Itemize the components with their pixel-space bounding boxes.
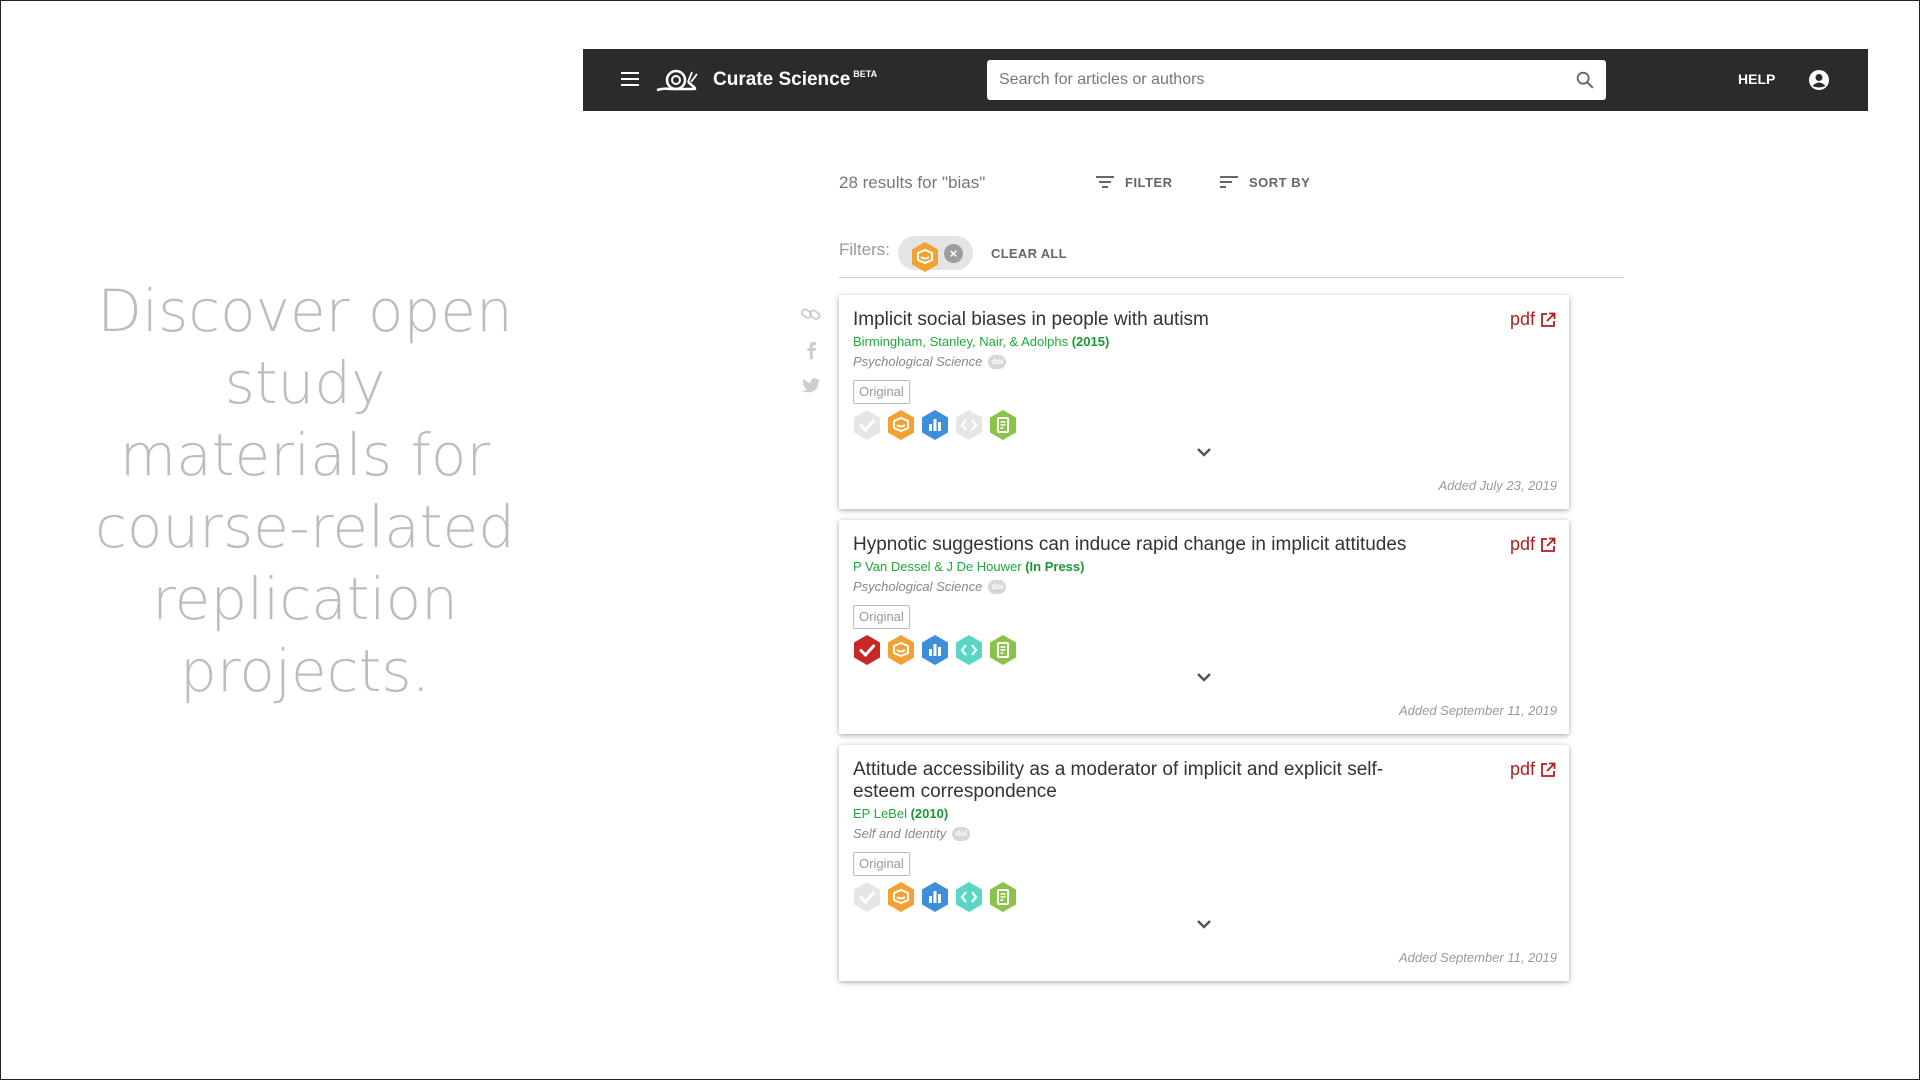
date-added: Added July 23, 2019 (1438, 478, 1557, 493)
transparency-badges (852, 634, 1018, 666)
article-journal: Psychological Science doi (853, 354, 1007, 369)
article-journal: Self and Identity doi (853, 826, 971, 841)
study-type-tag: Original (853, 605, 910, 629)
data-badge-icon[interactable] (920, 634, 950, 666)
filters-row: Filters: × CLEAR ALL (839, 236, 1624, 278)
filter-icon (1096, 176, 1114, 188)
share-column (800, 303, 824, 411)
preregistration-badge-icon[interactable] (852, 881, 882, 913)
sort-label: SORT BY (1249, 174, 1311, 190)
article-card: Attitude accessibility as a moderator of… (839, 745, 1569, 981)
pdf-link[interactable]: pdf (1510, 309, 1556, 330)
beta-badge: BETA (853, 69, 878, 79)
reporting-badge-icon[interactable] (988, 409, 1018, 441)
article-authors[interactable]: Birmingham, Stanley, Nair, & Adolphs (20… (853, 334, 1109, 349)
help-button[interactable]: HELP (1738, 71, 1775, 87)
article-card: Hypnotic suggestions can induce rapid ch… (839, 520, 1569, 734)
facebook-icon[interactable] (800, 339, 822, 361)
article-title[interactable]: Hypnotic suggestions can induce rapid ch… (853, 534, 1443, 556)
doi-icon[interactable]: doi (952, 826, 971, 841)
date-added: Added September 11, 2019 (1398, 950, 1557, 965)
code-badge-icon[interactable] (954, 634, 984, 666)
expand-chevron-icon[interactable] (1192, 912, 1216, 936)
pdf-link[interactable]: pdf (1510, 759, 1556, 780)
reporting-badge-icon[interactable] (988, 881, 1018, 913)
menu-icon[interactable] (621, 72, 639, 86)
code-badge-icon[interactable] (954, 409, 984, 441)
reporting-badge-icon[interactable] (988, 634, 1018, 666)
filter-label: FILTER (1125, 174, 1173, 190)
materials-icon (910, 241, 940, 273)
clear-all-button[interactable]: CLEAR ALL (991, 246, 1067, 261)
article-title[interactable]: Implicit social biases in people with au… (853, 309, 1443, 331)
app-bar: Curate ScienceBETA HELP (583, 49, 1868, 111)
materials-badge-icon[interactable] (886, 409, 916, 441)
filter-button[interactable]: FILTER (1095, 174, 1173, 190)
account-icon[interactable] (1807, 68, 1831, 92)
preregistration-badge-icon[interactable] (852, 409, 882, 441)
article-authors[interactable]: P Van Dessel & J De Houwer (In Press) (853, 559, 1084, 574)
external-link-icon (1541, 762, 1556, 777)
doi-icon[interactable]: doi (988, 579, 1007, 594)
tagline: Discover open study materials for course… (95, 277, 515, 705)
sort-button[interactable]: SORT BY (1219, 174, 1310, 190)
external-link-icon (1541, 537, 1556, 552)
study-type-tag: Original (853, 380, 910, 404)
date-added: Added September 11, 2019 (1398, 703, 1557, 718)
doi-icon[interactable]: doi (988, 354, 1007, 369)
remove-filter-icon[interactable]: × (944, 244, 963, 263)
results-count: 28 results for "bias" (839, 173, 986, 192)
link-icon[interactable] (800, 303, 822, 325)
data-badge-icon[interactable] (920, 881, 950, 913)
study-type-tag: Original (853, 852, 910, 876)
article-title[interactable]: Attitude accessibility as a moderator of… (853, 759, 1443, 803)
brand-title[interactable]: Curate Science BETA (713, 69, 877, 91)
snail-logo-icon[interactable] (654, 66, 698, 94)
active-filter-chip[interactable]: × (898, 236, 973, 273)
materials-badge-icon[interactable] (886, 881, 916, 913)
article-journal: Psychological Science doi (853, 579, 1007, 594)
external-link-icon (1541, 312, 1556, 327)
article-authors[interactable]: EP LeBel (2010) (853, 806, 948, 821)
twitter-icon[interactable] (800, 375, 822, 397)
search-icon[interactable] (1574, 69, 1596, 91)
preregistration-badge-icon[interactable] (852, 634, 882, 666)
transparency-badges (852, 409, 1018, 441)
code-badge-icon[interactable] (954, 881, 984, 913)
search-input[interactable] (987, 60, 1574, 100)
data-badge-icon[interactable] (920, 409, 950, 441)
filters-label: Filters: (839, 240, 890, 259)
materials-badge-icon[interactable] (886, 634, 916, 666)
transparency-badges (852, 881, 1018, 913)
pdf-link[interactable]: pdf (1510, 534, 1556, 555)
expand-chevron-icon[interactable] (1192, 665, 1216, 689)
sort-icon (1220, 176, 1238, 188)
search-box (987, 60, 1606, 100)
expand-chevron-icon[interactable] (1192, 440, 1216, 464)
article-card: Implicit social biases in people with au… (839, 295, 1569, 509)
